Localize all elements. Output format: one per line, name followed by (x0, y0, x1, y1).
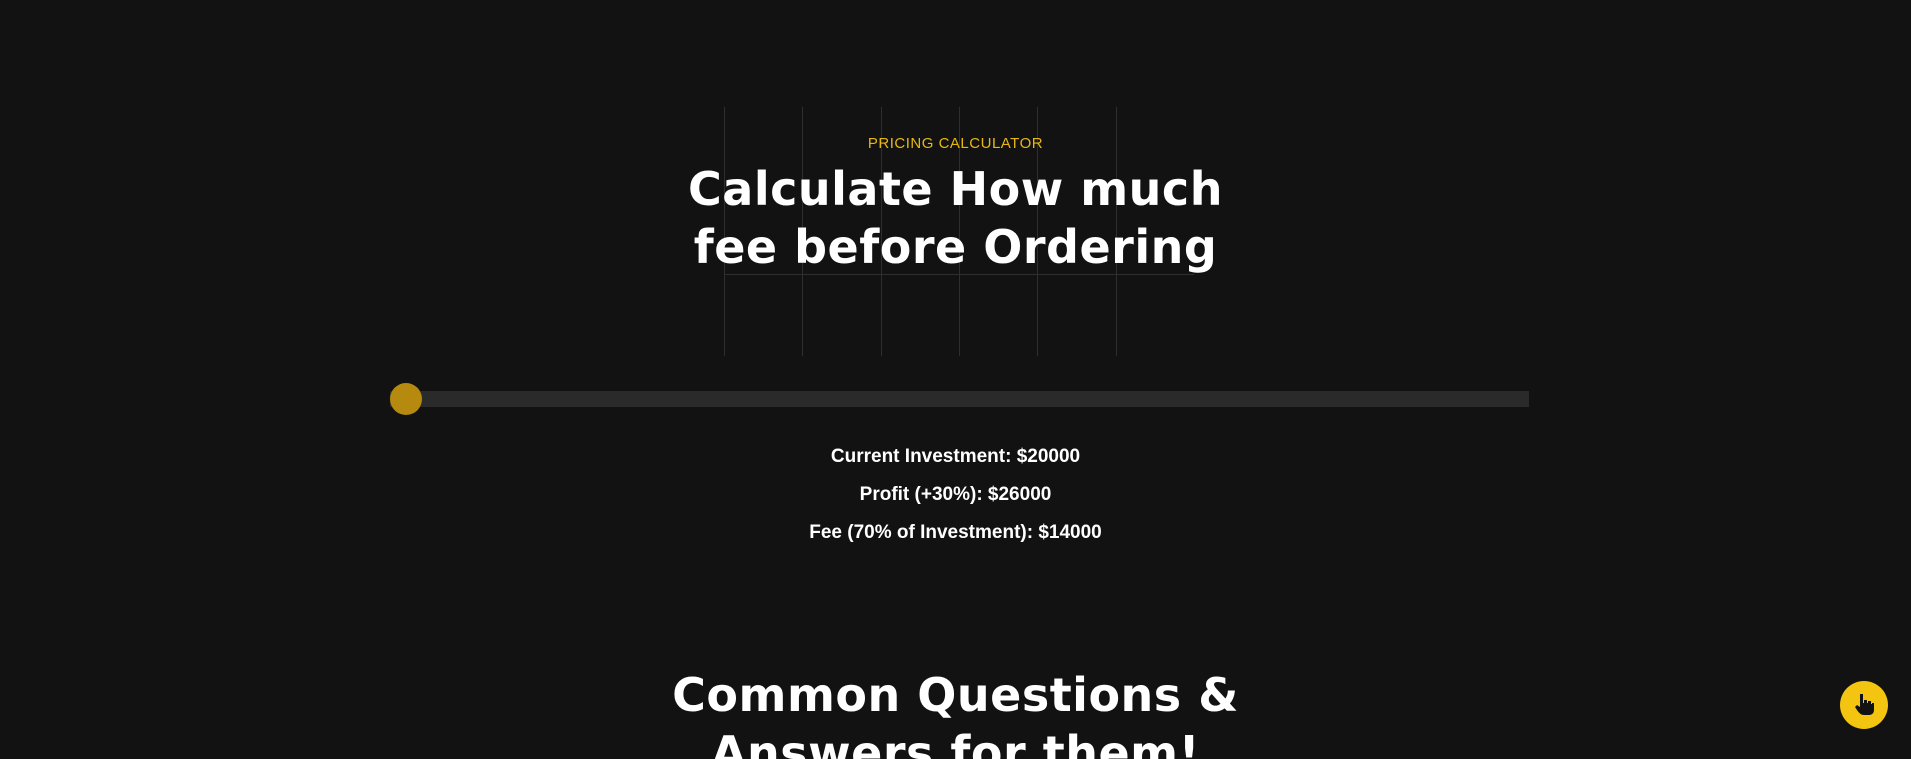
fee-text: Fee (70% of Investment): $14000 (809, 522, 1102, 543)
investment-slider[interactable] (390, 383, 1529, 415)
calculator-title-line2: fee before Ordering (693, 220, 1218, 274)
faq-title-line1: Common Questions & (672, 668, 1239, 722)
slider-thumb[interactable] (390, 383, 422, 415)
faq-title: Common Questions & Answers for them! (0, 666, 1911, 759)
profit-text: Profit (+30%): $26000 (859, 484, 1052, 505)
hand-pointer-icon (1851, 690, 1877, 720)
slider-track[interactable] (390, 391, 1529, 407)
faq-title-line2: Answers for them! (710, 726, 1201, 759)
calculator-title: Calculate How much fee before Ordering (0, 160, 1911, 276)
floating-help-button[interactable] (1840, 681, 1888, 729)
page: PRICING CALCULATOR Calculate How much fe… (0, 0, 1911, 759)
current-investment-text: Current Investment: $20000 (830, 446, 1081, 467)
calculator-title-line1: Calculate How much (688, 162, 1223, 216)
section-eyebrow: PRICING CALCULATOR (867, 135, 1044, 152)
calculation-results: Current Investment: $20000 Profit (+30%)… (0, 443, 1911, 557)
